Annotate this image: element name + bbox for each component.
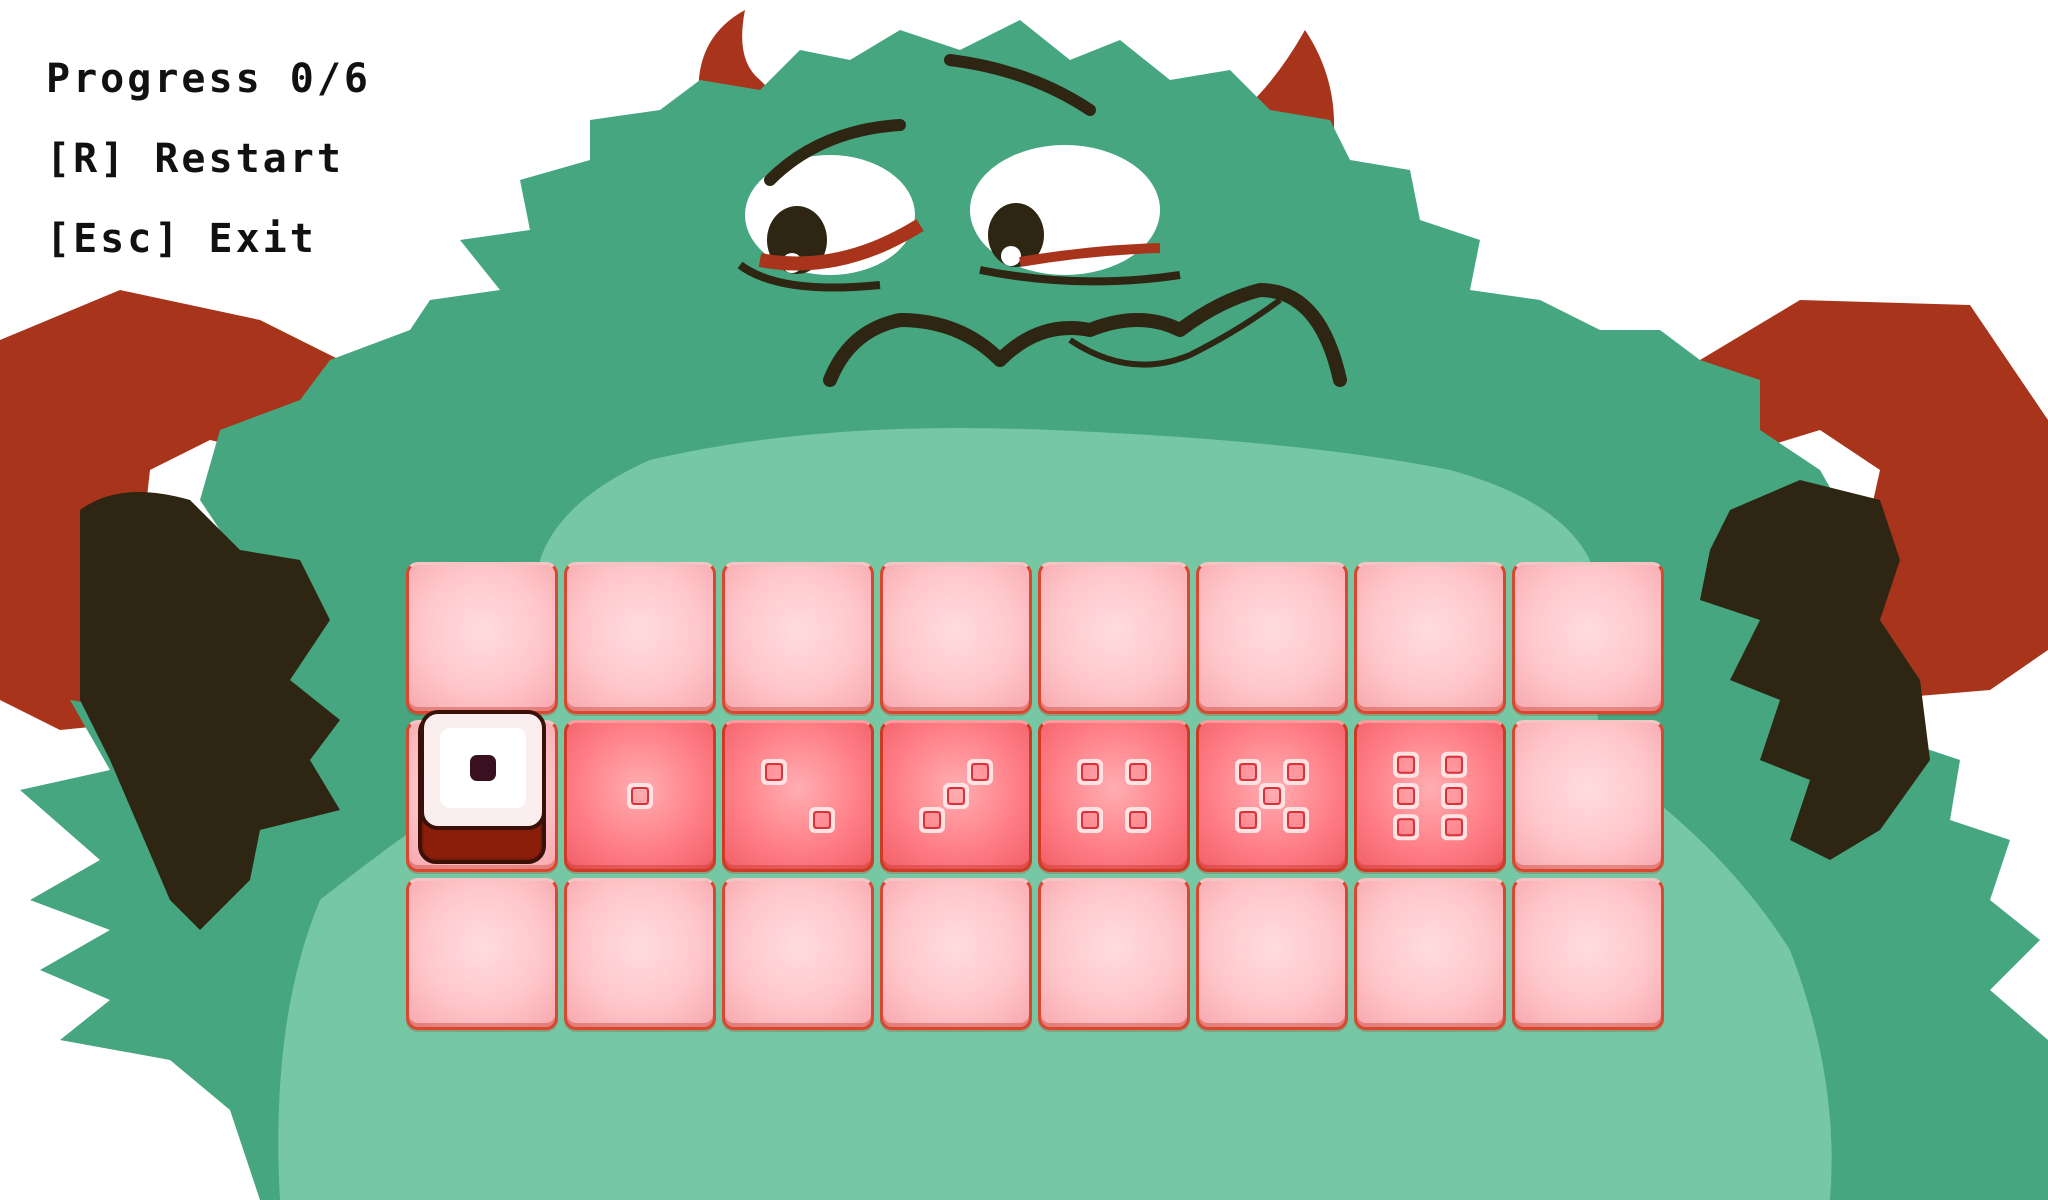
tile-pip-inner [1263,787,1281,805]
tile-target-5 [1196,720,1348,872]
tile-pip-inner [1397,755,1415,774]
tile-empty [406,562,558,714]
tile-pip-inner [1129,811,1147,829]
tile-pip-inner [1129,763,1147,781]
tile-empty [564,562,716,714]
tile-empty [1354,878,1506,1030]
tile-target-6 [1354,720,1506,872]
tile-pips [919,759,993,833]
tile-pip-inner [765,763,783,781]
tile-empty [1512,720,1664,872]
tile-pip-inner [813,811,831,829]
tile-pip-inner [1445,755,1463,774]
progress-label: Progress 0/6 [46,56,371,102]
tile-pip-inner [1081,763,1099,781]
tile-empty [1038,562,1190,714]
tile-pip-inner [1397,787,1415,805]
tile-empty [722,878,874,1030]
tile-pip-inner [923,811,941,829]
restart-hint[interactable]: [R] Restart [46,136,344,182]
tile-empty [880,878,1032,1030]
tile-pip-inner [631,787,649,805]
tile-pips [761,759,835,833]
tile-pip-inner [1445,787,1463,805]
tile-empty [722,562,874,714]
tile-empty [880,562,1032,714]
tile-pip-inner [1287,811,1305,829]
tile-empty [1038,878,1190,1030]
tile-pip-inner [971,763,989,781]
tile-empty [1196,562,1348,714]
tile-pip-inner [1397,818,1415,837]
tile-pip-inner [1239,763,1257,781]
tile-pips [1077,759,1151,833]
tile-pips [1235,759,1309,833]
player-die[interactable] [418,710,548,864]
tile-target-1 [564,720,716,872]
tile-empty [1512,878,1664,1030]
tile-empty [1196,878,1348,1030]
tile-pip-inner [1445,818,1463,837]
exit-hint[interactable]: [Esc] Exit [46,216,317,262]
tile-pip-inner [947,787,965,805]
tile-target-2 [722,720,874,872]
game-board [406,562,1676,1040]
tile-target-4 [1038,720,1190,872]
tile-empty [406,878,558,1030]
tile-target-3 [880,720,1032,872]
tile-pip-inner [1081,811,1099,829]
tile-empty [1512,562,1664,714]
tile-pip-inner [1287,763,1305,781]
tile-pips [1393,751,1467,841]
die-face-pips [470,755,496,781]
tile-empty [564,878,716,1030]
game-stage[interactable]: Progress 0/6 [R] Restart [Esc] Exit [0,0,2048,1200]
tile-pips [627,783,653,809]
die-pip [470,755,496,781]
tile-empty [1354,562,1506,714]
tile-pip-inner [1239,811,1257,829]
